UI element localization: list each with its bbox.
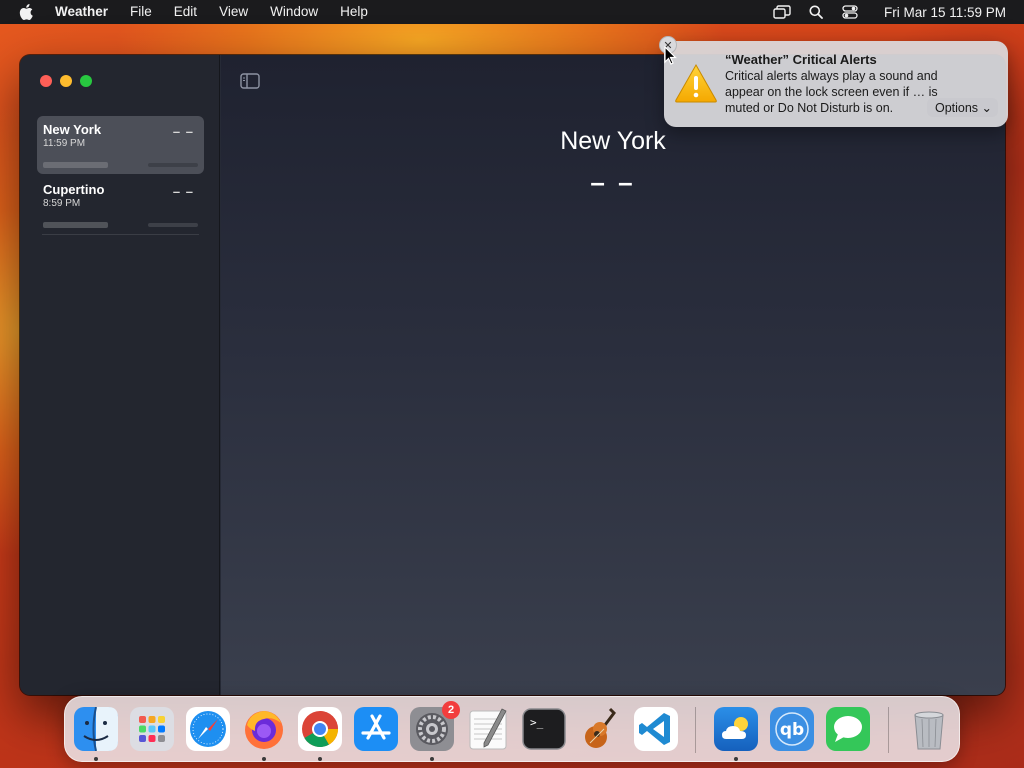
apple-menu-icon[interactable] xyxy=(18,4,34,20)
menu-window[interactable]: Window xyxy=(259,0,329,24)
dock-running-indicator xyxy=(318,757,322,761)
dock-vscode-icon[interactable] xyxy=(634,707,678,751)
dock-terminal-icon[interactable]: >_ xyxy=(522,707,566,751)
dock-trash-icon[interactable] xyxy=(907,707,951,751)
menu-edit[interactable]: Edit xyxy=(163,0,208,24)
menu-app-name[interactable]: Weather xyxy=(44,0,119,24)
city-range-placeholder xyxy=(148,223,198,227)
main-forecast-pane: New York – – xyxy=(221,55,1005,695)
dock: 2 >_ qb xyxy=(64,696,960,762)
dock-separator xyxy=(695,707,696,753)
selected-city-temperature: – – xyxy=(590,167,636,197)
menu-bar: Weather File Edit View Window Help Fri M… xyxy=(0,0,1024,24)
notification-options-button[interactable]: Options ⌄ xyxy=(926,98,998,117)
sidebar: New York 11:59 PM – – Cupertino 8:59 PM … xyxy=(20,55,220,695)
minimize-window-button[interactable] xyxy=(60,75,72,87)
city-card-new-york[interactable]: New York 11:59 PM – – xyxy=(37,116,204,174)
menu-bar-clock[interactable]: Fri Mar 15 11:59 PM xyxy=(884,5,1006,20)
critical-alerts-notification[interactable]: ✕ “Weather” Critical Alerts Critical ale… xyxy=(659,36,1008,127)
weather-window: New York 11:59 PM – – Cupertino 8:59 PM … xyxy=(20,55,1005,695)
screen-mirroring-icon[interactable] xyxy=(772,0,792,24)
dock-finder-icon[interactable] xyxy=(74,706,118,752)
control-center-icon[interactable] xyxy=(840,0,860,24)
dock-system-settings-icon[interactable]: 2 xyxy=(410,701,460,751)
spotlight-search-icon[interactable] xyxy=(806,0,826,24)
dock-weather-icon[interactable] xyxy=(714,707,758,751)
window-controls xyxy=(40,75,92,87)
warning-icon xyxy=(675,63,717,103)
sidebar-toggle-icon[interactable] xyxy=(239,72,261,90)
svg-text:>_: >_ xyxy=(530,716,544,729)
menu-view[interactable]: View xyxy=(208,0,259,24)
menu-file[interactable]: File xyxy=(119,0,163,24)
selected-city-title: New York xyxy=(560,127,666,155)
city-time: 8:59 PM xyxy=(43,198,81,209)
notification-title: “Weather” Critical Alerts xyxy=(725,52,877,67)
dock-firefox-icon[interactable] xyxy=(242,707,286,751)
menu-help[interactable]: Help xyxy=(329,0,379,24)
maximize-window-button[interactable] xyxy=(80,75,92,87)
notification-badge: 2 xyxy=(442,701,460,719)
dock-running-indicator xyxy=(262,757,266,761)
dock-textedit-icon[interactable] xyxy=(466,707,510,751)
close-window-button[interactable] xyxy=(40,75,52,87)
dock-chrome-icon[interactable] xyxy=(298,707,342,751)
city-temperature: – – xyxy=(172,184,194,199)
dock-separator xyxy=(888,707,889,753)
city-range-placeholder xyxy=(148,163,198,167)
dock-launchpad-icon[interactable] xyxy=(130,707,174,751)
dock-running-indicator xyxy=(94,757,98,761)
mouse-cursor-icon xyxy=(664,46,677,65)
dock-qbittorrent-icon[interactable]: qb xyxy=(770,707,814,751)
dock-garageband-icon[interactable] xyxy=(578,707,622,751)
dock-running-indicator xyxy=(430,757,434,761)
dock-app-store-icon[interactable] xyxy=(354,707,398,751)
city-condition-placeholder xyxy=(43,222,108,228)
dock-running-indicator xyxy=(734,757,738,761)
svg-text:qb: qb xyxy=(780,720,804,740)
menu-bar-status-area: Fri Mar 15 11:59 PM xyxy=(772,0,1006,24)
dock-messages-icon[interactable] xyxy=(826,707,870,751)
city-temperature: – – xyxy=(172,124,194,139)
city-time: 11:59 PM xyxy=(43,138,86,149)
dock-safari-icon[interactable] xyxy=(186,707,230,751)
list-divider xyxy=(42,234,199,235)
city-card-cupertino[interactable]: Cupertino 8:59 PM – – xyxy=(37,176,204,234)
city-condition-placeholder xyxy=(43,162,108,168)
